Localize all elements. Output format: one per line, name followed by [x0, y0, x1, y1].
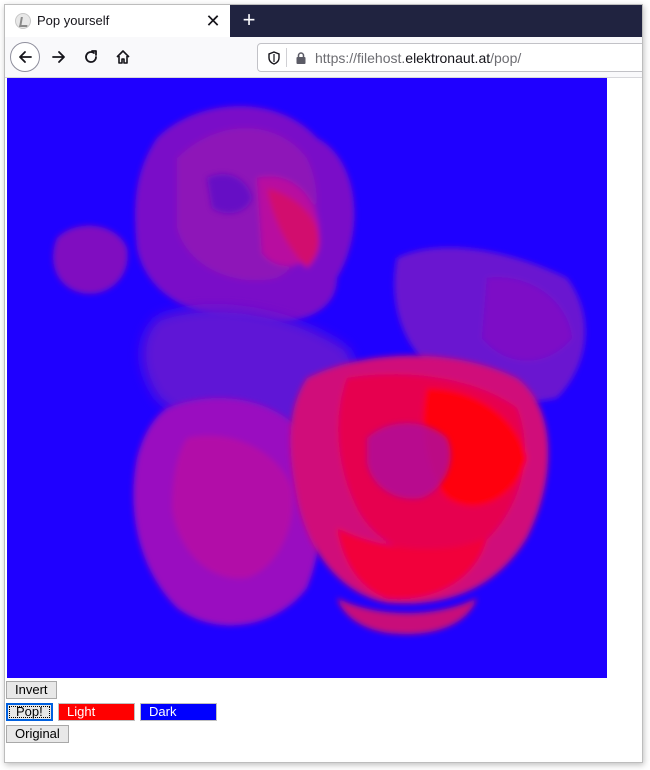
close-tab-icon[interactable]: ✕ [203, 11, 223, 31]
pop-button[interactable]: Pop! [6, 703, 53, 721]
shield-icon [268, 51, 280, 65]
forward-arrow-icon [52, 51, 65, 63]
reload-icon [85, 50, 97, 63]
tab-title: Pop yourself [37, 13, 110, 28]
original-button[interactable]: Original [6, 725, 69, 743]
address-bar[interactable]: https://filehost.elektronaut.at/pop/ [257, 43, 642, 72]
home-button[interactable] [109, 43, 137, 71]
url-host: elektronaut.at [405, 50, 491, 66]
popped-rose-image [7, 78, 607, 678]
url-text: https://filehost.elektronaut.at/pop/ [315, 50, 521, 66]
tab-pop-yourself[interactable]: Pop yourself ✕ [5, 5, 230, 37]
back-arrow-icon [19, 51, 32, 63]
new-tab-icon[interactable]: + [237, 9, 261, 33]
urlbar-separator [286, 48, 287, 67]
url-path: /pop/ [490, 50, 522, 66]
tab-strip: Pop yourself ✕ + [5, 5, 642, 37]
dark-color-picker[interactable]: Dark color [140, 703, 217, 735]
lock-icon[interactable] [294, 51, 308, 65]
browser-window: Pop yourself ✕ + https://filehost.elektr… [4, 4, 643, 763]
favicon-icon [15, 13, 31, 29]
page-content: Invert Pop! Light color Dark color Origi… [5, 78, 642, 762]
home-icon [116, 50, 130, 64]
invert-button[interactable]: Invert [6, 681, 57, 699]
back-button[interactable] [10, 42, 40, 72]
forward-button[interactable] [45, 43, 73, 71]
reload-button[interactable] [77, 43, 105, 71]
url-prefix: https://filehost. [315, 50, 406, 66]
navigation-toolbar: https://filehost.elektronaut.at/pop/ [5, 37, 642, 78]
light-color-picker[interactable]: Light color [58, 703, 135, 735]
